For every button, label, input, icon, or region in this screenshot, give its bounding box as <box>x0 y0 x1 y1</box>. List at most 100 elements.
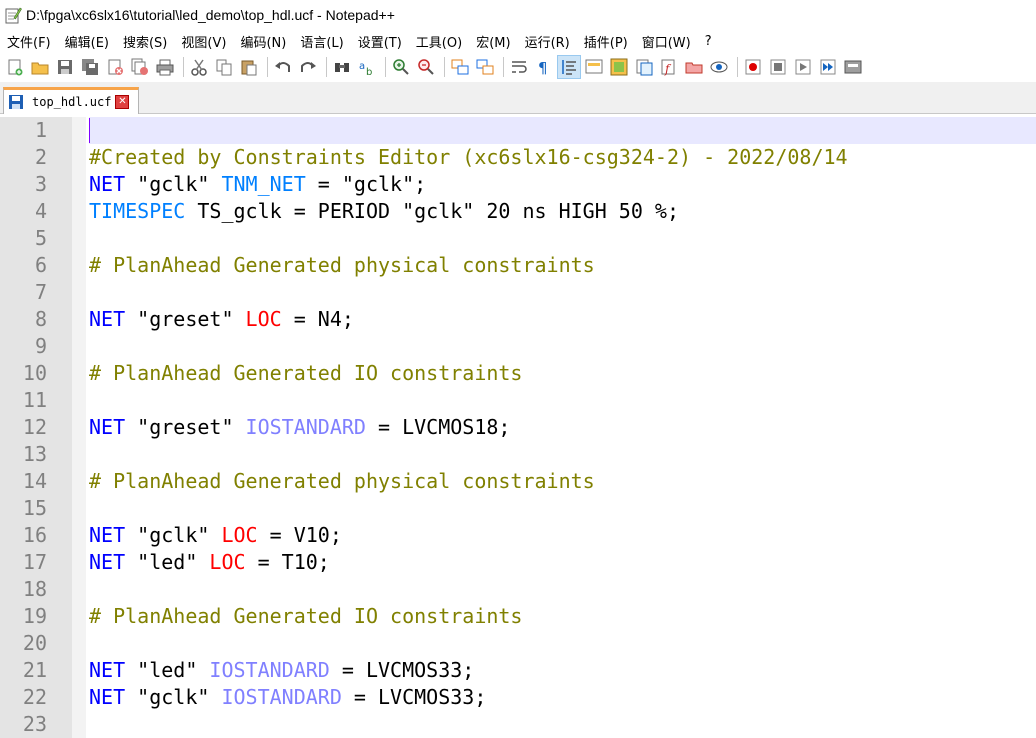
menu-macro[interactable]: 宏(M) <box>469 32 517 51</box>
saved-file-icon <box>9 95 23 109</box>
code-token: # PlanAhead Generated physical constrain… <box>89 469 607 493</box>
save-icon[interactable] <box>54 56 76 78</box>
svg-text:b: b <box>366 67 372 76</box>
code-line[interactable]: 8 NET "greset" LOC = N4; <box>0 306 1036 333</box>
language-udl-icon[interactable] <box>583 56 605 78</box>
run-macro-multiple-icon[interactable] <box>817 56 839 78</box>
menu-view[interactable]: 视图(V) <box>174 32 233 51</box>
zoom-out-icon[interactable] <box>415 56 437 78</box>
code-line[interactable]: 19 # PlanAhead Generated IO constraints <box>0 603 1036 630</box>
indent-guide-icon[interactable] <box>557 55 581 79</box>
code-line[interactable]: 4 TIMESPEC TS_gclk = PERIOD "gclk" 20 ns … <box>0 198 1036 225</box>
menu-tools[interactable]: 工具(O) <box>409 32 469 51</box>
document-map-icon[interactable] <box>608 56 630 78</box>
code-line[interactable]: 12 NET "greset" IOSTANDARD = LVCMOS18; <box>0 414 1036 441</box>
code-text: TIMESPEC TS_gclk = PERIOD "gclk" 20 ns H… <box>89 198 1036 225</box>
code-line[interactable]: 22 NET "gclk" IOSTANDARD = LVCMOS33; <box>0 684 1036 711</box>
menu-settings[interactable]: 设置(T) <box>351 32 409 51</box>
menu-plugins[interactable]: 插件(P) <box>577 32 635 51</box>
show-all-chars-icon[interactable]: ¶ <box>533 56 555 78</box>
save-macro-icon[interactable] <box>842 56 864 78</box>
paste-icon[interactable] <box>238 56 260 78</box>
play-macro-icon[interactable] <box>792 56 814 78</box>
code-token: LOC <box>245 307 282 331</box>
menu-encoding[interactable]: 编码(N) <box>233 32 293 51</box>
eye-icon[interactable] <box>708 56 730 78</box>
zoom-in-icon[interactable] <box>390 56 412 78</box>
code-token: "gclk" <box>125 523 222 547</box>
code-line[interactable]: 14 # PlanAhead Generated physical constra… <box>0 468 1036 495</box>
line-number: 20 <box>22 631 47 655</box>
tab-top-hdl-ucf[interactable]: top_hdl.ucf ✕ <box>3 87 139 114</box>
undo-icon[interactable] <box>272 56 294 78</box>
close-all-icon[interactable] <box>129 56 151 78</box>
code-line[interactable]: 10 # PlanAhead Generated IO constraints <box>0 360 1036 387</box>
sync-horizontal-icon[interactable] <box>474 56 496 78</box>
menu-help[interactable]: ? <box>698 34 719 49</box>
code-text: NET "led" LOC = T10; <box>89 549 1036 576</box>
find-icon[interactable] <box>331 56 353 78</box>
code-token: NET <box>89 415 126 439</box>
menu-edit[interactable]: 编辑(E) <box>58 32 116 51</box>
code-text: #Created by Constraints Editor (xc6slx16… <box>89 144 1036 171</box>
code-token: NET <box>89 523 126 547</box>
code-line[interactable]: 2 #Created by Constraints Editor (xc6slx1… <box>0 144 1036 171</box>
code-token: "led" <box>125 658 210 682</box>
menu-language[interactable]: 语言(L) <box>293 32 350 51</box>
code-line[interactable]: 9 <box>0 333 1036 360</box>
code-line[interactable]: 1 <box>0 117 1036 144</box>
code-line[interactable]: 6 # PlanAhead Generated physical constrai… <box>0 252 1036 279</box>
folder-workspace-icon[interactable]: f <box>658 56 680 78</box>
open-file-icon[interactable] <box>29 56 51 78</box>
code-token: IOSTANDARD <box>245 415 366 439</box>
line-number: 2 <box>34 145 47 169</box>
close-icon[interactable] <box>104 56 126 78</box>
code-line[interactable]: 3 NET "gclk" TNM_NET = "gclk"; <box>0 171 1036 198</box>
save-all-icon[interactable] <box>79 56 101 78</box>
code-token: LOC <box>209 550 246 574</box>
code-line[interactable]: 7 <box>0 279 1036 306</box>
stop-macro-icon[interactable] <box>767 56 789 78</box>
code-token: NET <box>89 685 126 709</box>
code-text <box>89 117 1036 144</box>
tab-close-icon[interactable]: ✕ <box>115 95 130 109</box>
copy-icon[interactable] <box>213 56 235 78</box>
editor[interactable]: 1 2 #Created by Constraints Editor (xc6slx… <box>0 117 1036 738</box>
cut-icon[interactable] <box>188 56 210 78</box>
code-line[interactable]: 21 NET "led" IOSTANDARD = LVCMOS33; <box>0 657 1036 684</box>
line-number: 8 <box>34 307 47 331</box>
record-macro-icon[interactable] <box>742 56 764 78</box>
line-number: 16 <box>22 523 47 547</box>
word-wrap-icon[interactable] <box>508 56 530 78</box>
code-line[interactable]: 16 NET "gclk" LOC = V10; <box>0 522 1036 549</box>
replace-icon[interactable]: ab <box>356 56 378 78</box>
code-token: "gclk" <box>125 172 222 196</box>
menu-window[interactable]: 窗口(W) <box>635 32 698 51</box>
code-line[interactable]: 5 <box>0 225 1036 252</box>
redo-icon[interactable] <box>297 56 319 78</box>
code-line[interactable]: 13 <box>0 441 1036 468</box>
code-token: NET <box>89 658 126 682</box>
toolbar-separator <box>737 57 738 77</box>
line-number: 19 <box>22 604 47 628</box>
notepad-plus-plus-icon <box>5 7 22 24</box>
code-line[interactable]: 15 <box>0 495 1036 522</box>
print-icon[interactable] <box>154 56 176 78</box>
function-list-icon[interactable] <box>633 56 655 78</box>
menu-search[interactable]: 搜索(S) <box>116 32 174 51</box>
monitoring-icon[interactable] <box>683 56 705 78</box>
new-file-icon[interactable] <box>4 56 26 78</box>
code-line[interactable]: 20 <box>0 630 1036 657</box>
code-line[interactable]: 17 NET "led" LOC = T10; <box>0 549 1036 576</box>
code-line[interactable]: 18 <box>0 576 1036 603</box>
code-token: = LVCMOS33; <box>341 685 487 709</box>
menu-file[interactable]: 文件(F) <box>0 32 58 51</box>
menu-run[interactable]: 运行(R) <box>518 32 577 51</box>
code-line[interactable]: 11 <box>0 387 1036 414</box>
code-token: = "gclk"; <box>305 172 427 196</box>
code-token: # PlanAhead Generated IO constraints <box>89 361 535 385</box>
code-line[interactable]: 23 <box>0 711 1036 738</box>
sync-vertical-icon[interactable] <box>449 56 471 78</box>
